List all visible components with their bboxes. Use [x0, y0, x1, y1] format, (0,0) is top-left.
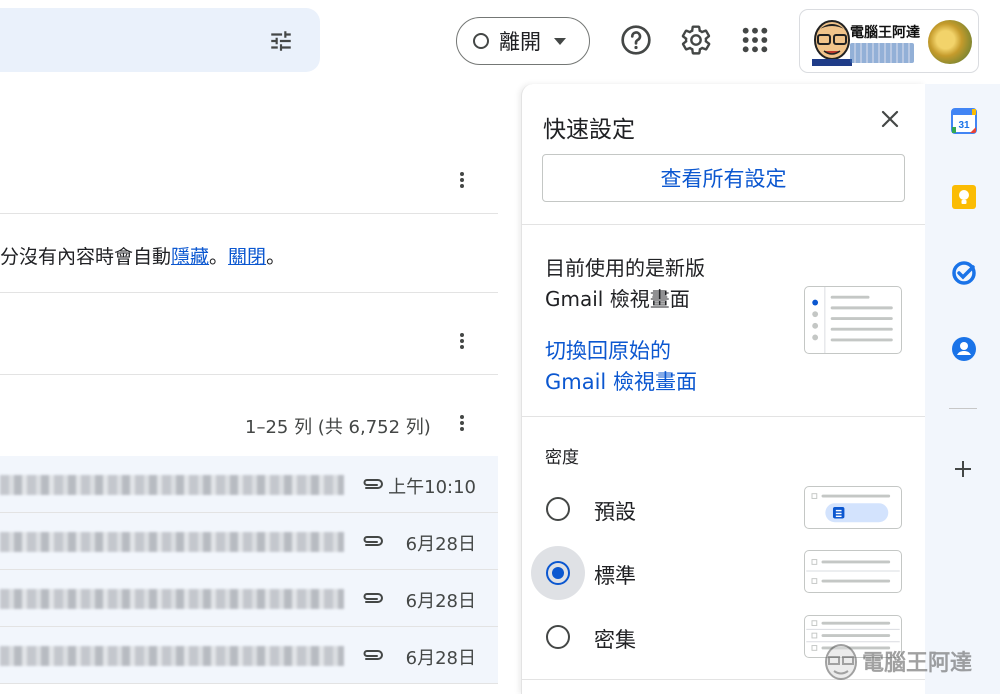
apps-grid-icon[interactable]: [739, 24, 771, 56]
switch-view-link-line2[interactable]: Gmail 檢視畫面: [545, 366, 697, 396]
switch-view-link-line1[interactable]: 切換回原始的: [545, 335, 671, 365]
attachment-icon: [363, 650, 383, 660]
help-icon[interactable]: [620, 24, 652, 56]
calendar-day: 31: [958, 120, 970, 131]
mail-row[interactable]: 6月28日: [0, 627, 498, 684]
density-default-thumbnail: [804, 486, 902, 529]
mail-subject-blurred: [0, 589, 344, 609]
divider: [522, 224, 926, 225]
density-compact-label[interactable]: 密集: [594, 624, 636, 654]
mail-row[interactable]: 上午10:10: [0, 456, 498, 513]
chevron-down-icon: [554, 37, 566, 45]
mail-date: 6月28日: [405, 648, 476, 669]
density-default-label[interactable]: 預設: [594, 496, 636, 526]
view-preview-thumbnail: [804, 286, 902, 354]
divider: [949, 408, 977, 409]
calendar-icon[interactable]: 31: [951, 108, 977, 134]
brand-subtitle: [850, 43, 914, 63]
notice-hide-link[interactable]: 隱藏: [171, 246, 209, 268]
watermark: 電腦王阿達: [822, 640, 997, 690]
density-compact-radio[interactable]: [546, 625, 570, 649]
more-options-icon[interactable]: [459, 331, 465, 353]
tasks-icon[interactable]: [951, 260, 977, 286]
view-info-line1: 目前使用的是新版: [545, 256, 705, 280]
notice-separator: 。: [209, 246, 229, 268]
view-info-line2: Gmail 檢視畫面: [545, 287, 690, 311]
see-all-settings-button[interactable]: 查看所有設定: [542, 154, 905, 202]
mail-date: 6月28日: [405, 534, 476, 555]
density-standard-radio[interactable]: [546, 561, 570, 585]
keep-icon[interactable]: [951, 184, 977, 210]
attachment-icon: [363, 536, 383, 546]
search-options-icon[interactable]: [268, 28, 294, 54]
settings-gear-icon[interactable]: [680, 24, 712, 56]
divider: [0, 213, 498, 214]
density-label: 密度: [545, 448, 579, 468]
status-label: 離開: [499, 30, 541, 54]
mail-date: 上午10:10: [388, 477, 476, 498]
search-bar[interactable]: [0, 8, 320, 72]
more-options-icon[interactable]: [459, 413, 465, 435]
mail-row[interactable]: 6月28日: [0, 570, 498, 627]
contacts-icon[interactable]: [951, 336, 977, 362]
brand-title: 電腦王阿達: [850, 25, 920, 41]
add-icon[interactable]: [953, 459, 973, 479]
more-options-icon[interactable]: [459, 170, 465, 192]
mail-row[interactable]: 6月28日: [0, 513, 498, 570]
side-panel: 31: [925, 84, 1000, 694]
divider: [0, 374, 498, 375]
notice-end: 。: [266, 246, 286, 268]
mail-subject-blurred: [0, 646, 344, 666]
divider: [0, 292, 498, 293]
mail-date: 6月28日: [405, 591, 476, 612]
notice-text: 分沒有內容時會自動: [0, 246, 172, 268]
notice-close-link[interactable]: 關閉: [228, 246, 266, 268]
brand-logo-icon: [812, 20, 852, 66]
mail-subject-blurred: [0, 475, 344, 495]
quick-settings-panel: 快速設定 查看所有設定 目前使用的是新版 Gmail 檢視畫面 切換回原始的 G…: [521, 84, 926, 694]
attachment-icon: [363, 479, 383, 489]
mail-subject-blurred: [0, 532, 344, 552]
pagination-count: 1–25 列 (共 6,752 列): [245, 417, 431, 438]
density-standard-label[interactable]: 標準: [594, 560, 636, 590]
close-icon[interactable]: [879, 108, 901, 130]
section-notice: 分沒有內容時會自動隱藏。關閉。: [0, 242, 285, 269]
density-standard-thumbnail: [804, 550, 902, 593]
watermark-logo-icon: [825, 644, 857, 680]
mail-list: 上午10:10 6月28日 6月28日 6月28日: [0, 456, 498, 684]
status-dropdown[interactable]: 離開: [456, 17, 590, 65]
attachment-icon: [363, 593, 383, 603]
status-away-icon: [473, 33, 489, 49]
density-default-radio[interactable]: [546, 497, 570, 521]
quick-settings-title: 快速設定: [543, 117, 635, 143]
divider: [522, 416, 926, 417]
account-switcher[interactable]: 電腦王阿達: [799, 9, 979, 73]
watermark-text: 電腦王阿達: [862, 651, 973, 676]
avatar[interactable]: [928, 20, 972, 64]
